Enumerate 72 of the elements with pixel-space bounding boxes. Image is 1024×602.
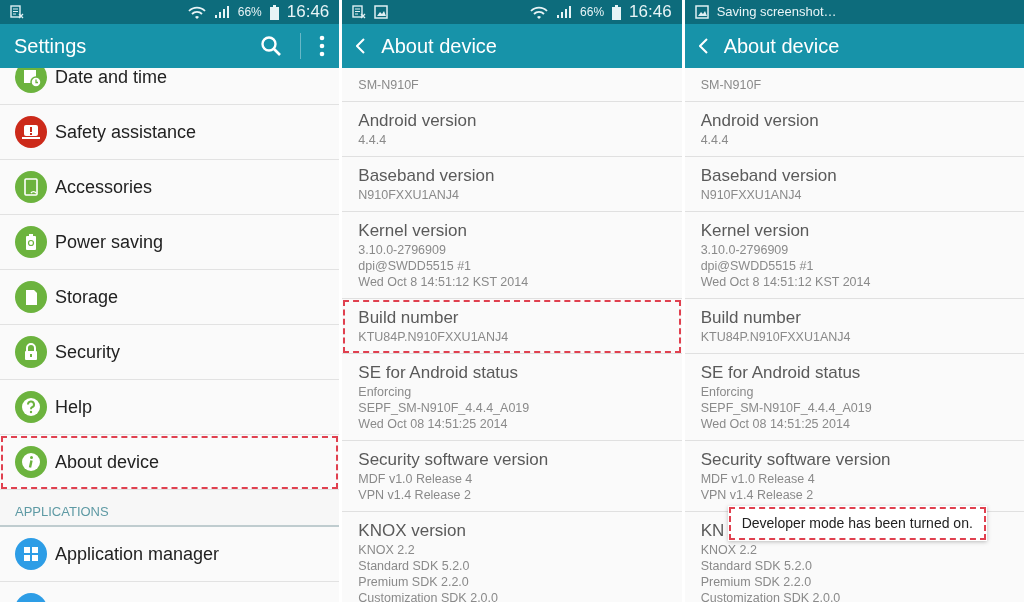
info-value: KNOX 2.2 bbox=[358, 542, 416, 558]
info-title: Android version bbox=[358, 110, 477, 132]
info-value: Standard SDK 5.2.0 bbox=[700, 558, 813, 574]
battery-percentage: 66% bbox=[237, 4, 262, 21]
info-value: 3.10.0-2796909 bbox=[700, 242, 790, 258]
clock-time: 16:46 bbox=[286, 1, 330, 24]
info-value: Wed Oct 8 14:51:12 KST 2014 bbox=[358, 274, 530, 290]
back-icon bbox=[356, 38, 366, 54]
info-value: Wed Oct 08 14:51:25 2014 bbox=[358, 416, 509, 432]
info-value: N910FXXU1ANJ4 bbox=[700, 187, 803, 203]
battery-percentage: 66% bbox=[580, 4, 605, 21]
clock-time: 16:46 bbox=[629, 1, 672, 24]
overflow-menu-icon bbox=[319, 35, 326, 57]
info-value: Enforcing bbox=[358, 384, 413, 400]
info-value: SM-N910F bbox=[358, 77, 420, 93]
info-value: dpi@SWDD5515 #1 bbox=[700, 258, 815, 274]
info-value: VPN v1.4 Release 2 bbox=[358, 487, 472, 503]
info-value: Wed Oct 08 14:51:25 2014 bbox=[700, 416, 851, 432]
info-value: Standard SDK 5.2.0 bbox=[358, 558, 471, 574]
wifi-icon bbox=[187, 4, 206, 20]
info-title: Kernel version bbox=[358, 220, 467, 242]
info-title: Build number bbox=[700, 307, 801, 329]
info-title: SE for Android status bbox=[358, 362, 519, 384]
info-value: Enforcing bbox=[700, 384, 755, 400]
info-title: Baseband version bbox=[700, 165, 837, 187]
signal-icon bbox=[556, 5, 573, 19]
info-value: N910FXXU1ANJ4 bbox=[358, 187, 461, 203]
battery-icon bbox=[269, 4, 279, 20]
info-title: KN bbox=[700, 520, 725, 542]
info-value: Premium SDK 2.2.0 bbox=[700, 574, 813, 590]
info-value: Customization SDK 2.0.0 bbox=[700, 590, 842, 602]
info-value: 3.10.0-2796909 bbox=[358, 242, 447, 258]
screen-title: Settings bbox=[14, 34, 88, 59]
info-value: SEPF_SM-N910F_4.4.4_A019 bbox=[700, 400, 873, 416]
info-value: SM-N910F bbox=[700, 77, 763, 93]
toast-message: Developer mode has been turned on. bbox=[727, 506, 987, 541]
info-value: MDF v1.0 Release 4 bbox=[358, 471, 474, 487]
notification-text: Saving screenshot… bbox=[716, 3, 837, 22]
info-value: KNOX 2.2 bbox=[700, 542, 758, 558]
info-value: KTU84P.N910FXXU1ANJ4 bbox=[700, 329, 852, 345]
notification-icon bbox=[10, 5, 24, 19]
settings-item[interactable]: About device bbox=[0, 435, 340, 490]
info-title: Build number bbox=[358, 307, 459, 329]
info-title: Baseband version bbox=[358, 165, 495, 187]
info-title: Kernel version bbox=[700, 220, 810, 242]
info-value: Customization SDK 2.0.0 bbox=[358, 590, 499, 602]
section-header: APPLICATIONS bbox=[15, 502, 109, 521]
info-value: dpi@SWDD5515 #1 bbox=[358, 258, 473, 274]
info-value: KTU84P.N910FXXU1ANJ4 bbox=[358, 329, 510, 345]
info-title: SE for Android status bbox=[700, 362, 861, 384]
search-button[interactable] bbox=[260, 35, 283, 57]
search-icon bbox=[260, 35, 283, 57]
info-value: VPN v1.4 Release 2 bbox=[700, 487, 815, 503]
notification-icon bbox=[352, 5, 367, 19]
image-icon bbox=[694, 5, 709, 19]
info-title: Security software version bbox=[700, 449, 891, 471]
wifi-icon bbox=[530, 4, 549, 20]
info-title: Security software version bbox=[358, 449, 549, 471]
battery-icon bbox=[612, 4, 622, 20]
back-icon bbox=[698, 38, 708, 54]
info-value: 4.4.4 bbox=[700, 132, 730, 148]
info-title: KNOX version bbox=[358, 520, 467, 542]
info-value: Wed Oct 8 14:51:12 KST 2014 bbox=[700, 274, 872, 290]
info-title: Android version bbox=[700, 110, 819, 132]
info-value: 4.4.4 bbox=[358, 132, 388, 148]
info-value: MDF v1.0 Release 4 bbox=[700, 471, 816, 487]
image-icon bbox=[374, 5, 389, 19]
info-value: Premium SDK 2.2.0 bbox=[358, 574, 470, 590]
menu-button[interactable] bbox=[319, 35, 326, 57]
settings-item[interactable]: Date and time bbox=[0, 68, 340, 105]
info-value: SEPF_SM-N910F_4.4.4_A019 bbox=[358, 400, 531, 416]
signal-icon bbox=[213, 5, 230, 19]
